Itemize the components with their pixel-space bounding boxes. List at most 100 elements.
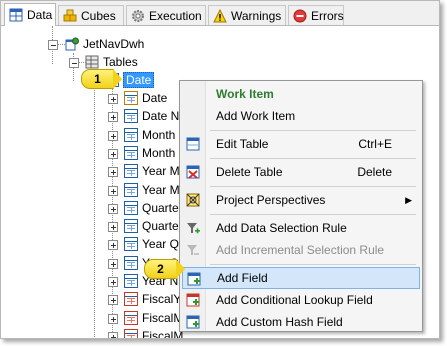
menu-header-work-item: Work Item	[182, 83, 420, 105]
menu-separator	[210, 214, 416, 215]
key-column-icon	[124, 91, 138, 105]
expand-toggle[interactable]	[108, 148, 118, 159]
add-field-icon	[187, 272, 201, 286]
expand-toggle[interactable]	[108, 185, 118, 196]
menu-item-label: Add Data Selection Rule	[216, 221, 347, 235]
menu-item-label: Work Item	[216, 87, 274, 101]
step-callout-1: 1	[81, 69, 122, 89]
perspectives-icon	[186, 193, 200, 207]
step-callout-2: 2	[144, 259, 185, 279]
collapse-toggle[interactable]	[69, 58, 79, 68]
expand-toggle[interactable]	[108, 167, 118, 178]
expand-toggle[interactable]	[108, 203, 118, 214]
app-window: Data Cubes Execution Warnings Errors Jet…	[0, 0, 440, 339]
tree-node-column[interactable]: Month N	[124, 126, 187, 144]
menu-item-label: Edit Table	[216, 137, 269, 151]
expand-toggle[interactable]	[108, 112, 118, 123]
expand-toggle[interactable]	[108, 277, 118, 287]
error-icon	[293, 9, 307, 23]
database-label: JetNavDwh	[83, 37, 145, 51]
tree-node-database[interactable]: JetNavDwh	[65, 35, 144, 53]
expand-toggle[interactable]	[108, 94, 118, 104]
column-label: Date	[142, 91, 168, 105]
tab-label: Execution	[149, 8, 202, 23]
tab-data[interactable]: Data	[4, 3, 56, 26]
column-icon	[124, 310, 138, 325]
tree-node-column[interactable]: Date Na	[124, 107, 186, 125]
tree-node-column[interactable]: Date	[124, 89, 167, 107]
column-icon	[124, 292, 138, 307]
funnel-add-icon	[186, 221, 200, 235]
expand-toggle[interactable]	[108, 295, 118, 306]
tree-connector	[57, 44, 65, 45]
menu-item-shortcut: Delete	[357, 165, 392, 179]
warning-icon	[213, 8, 227, 23]
add-hash-field-icon	[186, 315, 200, 329]
expand-toggle[interactable]	[108, 258, 118, 269]
menu-item-label: Add Conditional Lookup Field	[216, 293, 373, 307]
tree-node-column[interactable]: Month N	[124, 144, 187, 162]
tab-label: Errors	[311, 8, 344, 23]
menu-item-label: Add Custom Hash Field	[216, 315, 343, 329]
tree-node-column[interactable]: FiscalM	[124, 327, 184, 339]
column-icon	[124, 274, 138, 288]
tab-warnings[interactable]: Warnings	[208, 5, 286, 25]
menu-separator	[210, 186, 416, 187]
delete-table-icon	[186, 165, 200, 179]
tables-folder-label: Tables	[103, 55, 138, 69]
column-icon	[124, 328, 138, 338]
tab-label: Warnings	[231, 8, 282, 23]
menu-item-add-work-item[interactable]: Add Work Item	[182, 105, 420, 127]
tab-label: Cubes	[81, 8, 116, 23]
expand-toggle[interactable]	[108, 331, 118, 338]
menu-separator	[210, 158, 416, 159]
add-lookup-field-icon	[186, 293, 200, 307]
menu-item-delete-table[interactable]: Delete Table Delete	[182, 161, 420, 183]
expand-toggle[interactable]	[108, 130, 118, 141]
database-icon	[65, 37, 79, 51]
tree-node-column[interactable]: Quarter	[124, 217, 183, 235]
menu-item-project-perspectives[interactable]: Project Perspectives ▶	[182, 189, 420, 211]
column-label: Quarter	[142, 200, 183, 215]
column-label: FiscalM	[142, 310, 184, 325]
expand-toggle[interactable]	[108, 222, 118, 233]
column-label: FiscalM	[142, 328, 184, 339]
column-label: Quarter	[142, 219, 183, 234]
menu-item-add-conditional-lookup-field[interactable]: Add Conditional Lookup Field	[182, 289, 420, 311]
expand-toggle[interactable]	[108, 240, 118, 251]
tab-cubes[interactable]: Cubes	[58, 5, 124, 25]
menu-item-add-data-selection-rule[interactable]: Add Data Selection Rule	[182, 217, 420, 239]
menu-item-edit-table[interactable]: Edit Table Ctrl+E	[182, 133, 420, 155]
tree-node-column[interactable]: Year Mo	[124, 181, 186, 199]
column-icon	[124, 145, 138, 160]
grid-icon	[9, 8, 23, 22]
collapse-toggle[interactable]	[48, 40, 58, 50]
column-icon	[124, 200, 138, 215]
menu-item-label: Project Perspectives	[216, 193, 326, 207]
tables-folder-icon	[85, 55, 99, 69]
edit-table-icon	[186, 137, 200, 151]
tab-execution[interactable]: Execution	[126, 5, 206, 25]
tab-strip: Data Cubes Execution Warnings Errors	[1, 1, 439, 26]
tree-node-column[interactable]: FiscalYe	[124, 290, 187, 308]
menu-item-label: Delete Table	[216, 165, 283, 179]
tree-node-column[interactable]: Year Qu	[124, 235, 186, 253]
tree-connector	[94, 71, 95, 338]
column-icon	[124, 127, 138, 142]
menu-item-add-custom-hash-field[interactable]: Add Custom Hash Field	[182, 311, 420, 333]
tree-node-column[interactable]: Year Mo	[124, 162, 186, 180]
menu-item-label: Add Incremental Selection Rule	[216, 243, 385, 257]
tab-errors[interactable]: Errors	[288, 5, 344, 25]
context-menu: Work Item Add Work Item Edit Table Ctrl+E De…	[179, 80, 423, 332]
menu-item-shortcut: Ctrl+E	[358, 137, 392, 151]
menu-item-add-incremental-selection-rule[interactable]: Add Incremental Selection Rule	[182, 239, 420, 261]
tree-node-column[interactable]: FiscalM	[124, 309, 183, 327]
column-icon	[124, 109, 138, 124]
menu-separator	[210, 264, 416, 265]
tab-label: Data	[27, 8, 53, 22]
menu-item-add-field[interactable]: Add Field	[182, 267, 420, 289]
expand-toggle[interactable]	[108, 313, 118, 324]
tree-node-column[interactable]: Quarter	[124, 199, 183, 217]
submenu-arrow-icon: ▶	[405, 194, 412, 205]
menu-separator	[210, 130, 416, 131]
